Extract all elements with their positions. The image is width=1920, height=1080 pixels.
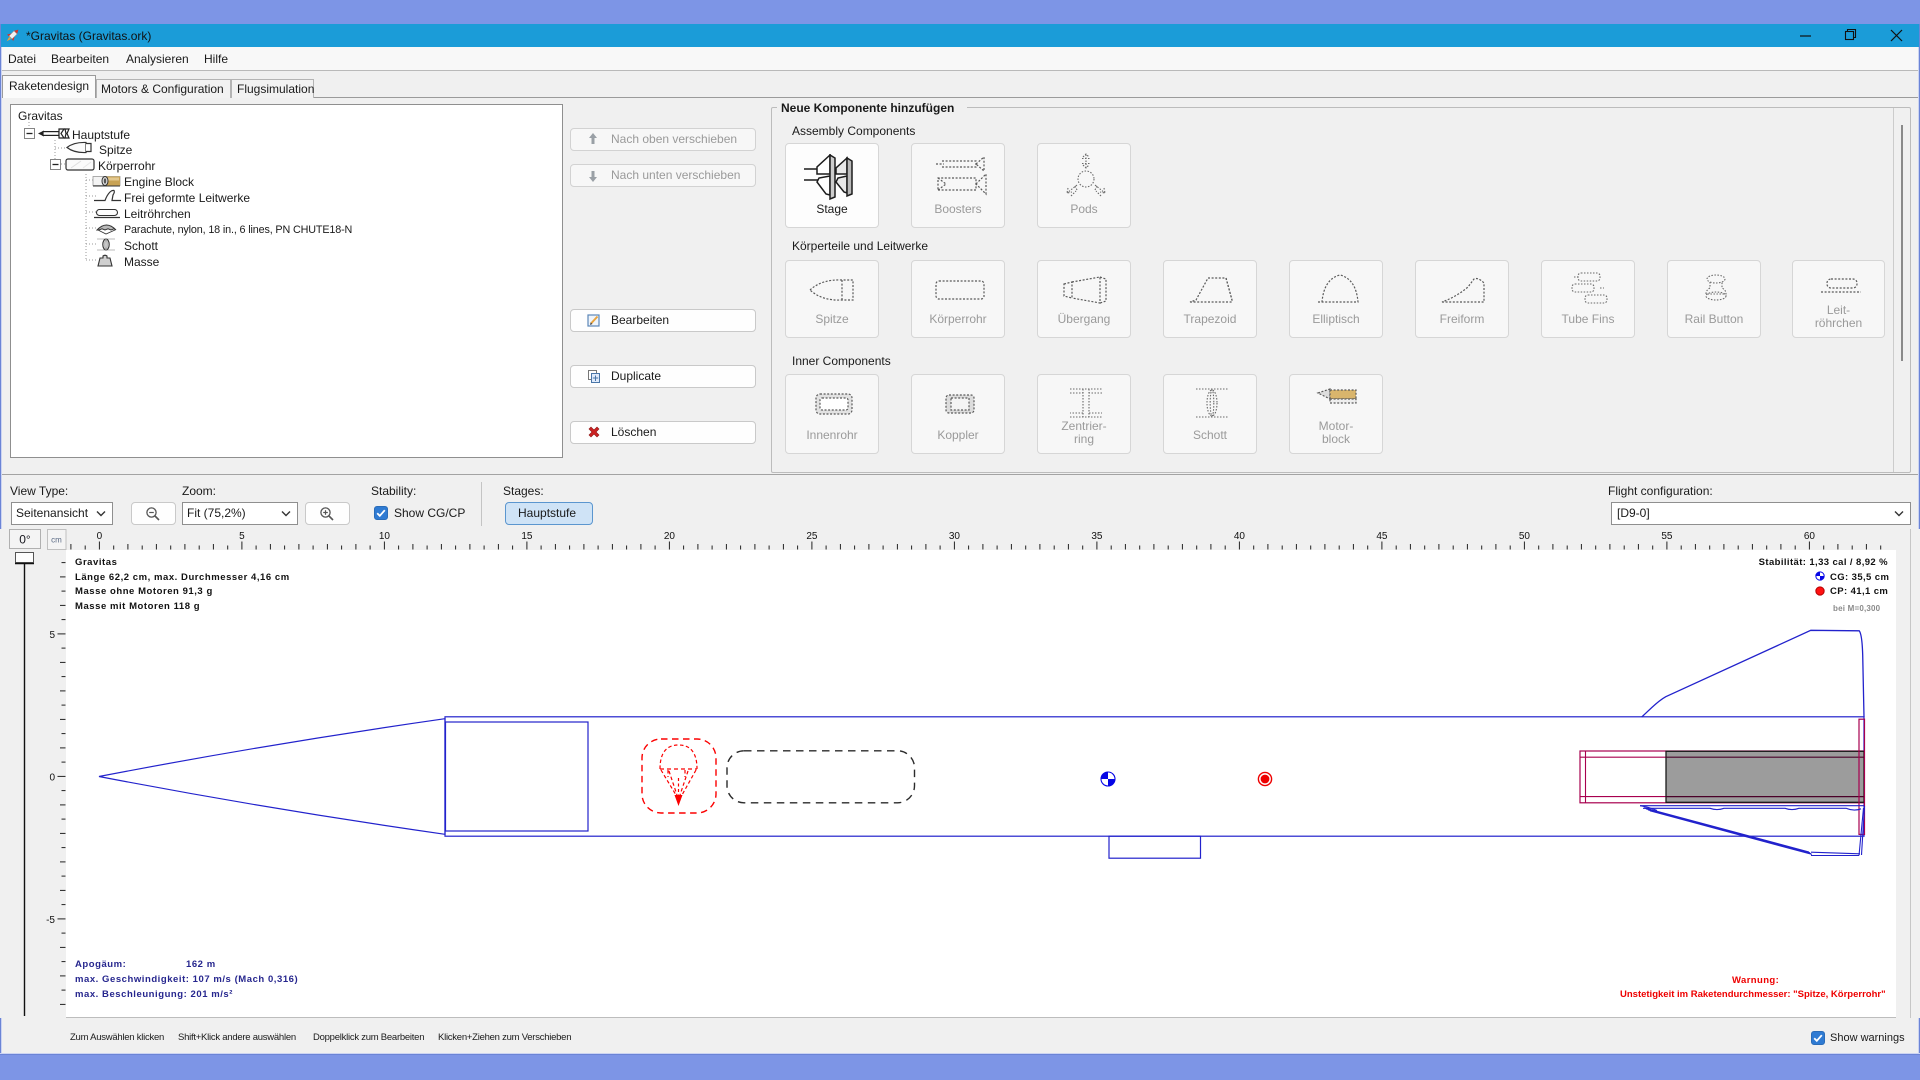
svg-text:45: 45 xyxy=(1376,531,1388,542)
svg-text:20: 20 xyxy=(664,531,676,542)
svg-text:-5: -5 xyxy=(46,915,55,926)
svg-text:15: 15 xyxy=(521,531,533,542)
svg-text:0°: 0° xyxy=(19,533,31,547)
svg-text:10: 10 xyxy=(379,531,391,542)
svg-text:55: 55 xyxy=(1661,531,1673,542)
svg-text:5: 5 xyxy=(49,630,55,641)
svg-text:25: 25 xyxy=(806,531,818,542)
svg-text:60: 60 xyxy=(1804,531,1816,542)
svg-text:cm: cm xyxy=(51,536,62,545)
svg-text:0: 0 xyxy=(97,531,103,542)
svg-text:30: 30 xyxy=(949,531,961,542)
svg-text:0: 0 xyxy=(49,772,55,783)
svg-text:50: 50 xyxy=(1519,531,1531,542)
svg-text:35: 35 xyxy=(1091,531,1103,542)
svg-text:40: 40 xyxy=(1234,531,1246,542)
svg-text:5: 5 xyxy=(239,531,245,542)
